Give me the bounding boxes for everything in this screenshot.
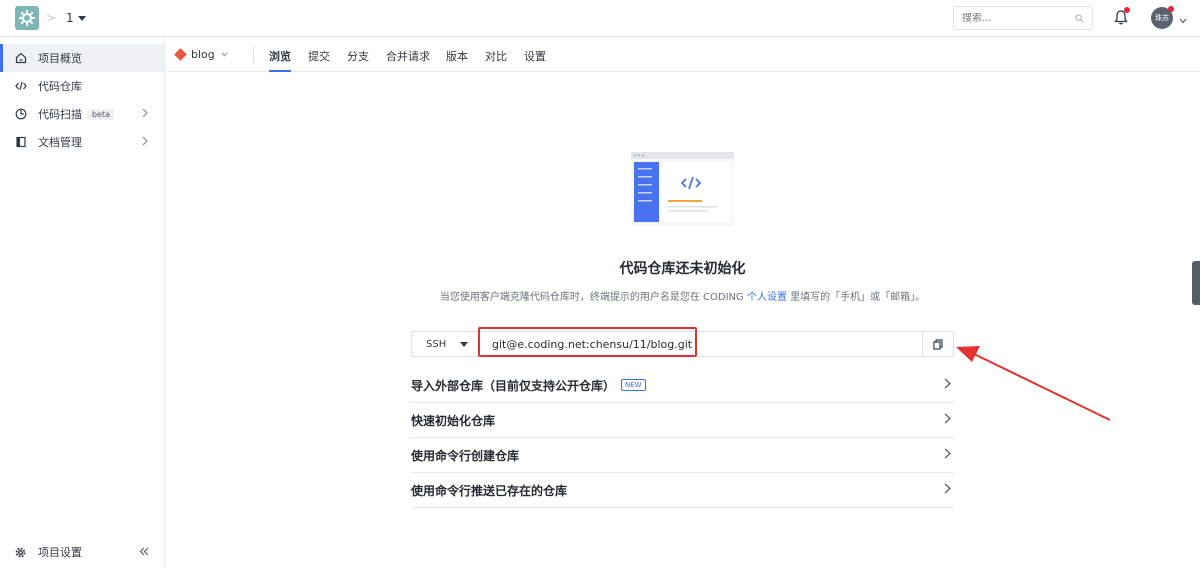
app-logo[interactable] (15, 6, 39, 30)
caret-down-icon (460, 341, 468, 347)
empty-state-title: 代码仓库还未初始化 (619, 261, 746, 277)
empty-state-description: 当您使用客户端克隆代码仓库时，终端提示的用户名是您在 CODING 个人设置 里… (380, 288, 985, 303)
repo-switcher[interactable]: blog (174, 48, 228, 61)
clone-url-text: git@e.coding.net:chensu/11/blog.git (492, 337, 693, 351)
caret-down-icon (77, 15, 86, 21)
avatar-dot (1168, 6, 1174, 12)
project-switcher-label: 1 (66, 11, 74, 25)
chevron-right-icon (142, 135, 148, 149)
tab-divider (253, 46, 254, 62)
chevron-right-icon (142, 107, 148, 121)
desc-suffix: 里填写的「手机」或「邮箱」。 (786, 292, 926, 303)
option-cli-push-existing[interactable]: 使用命令行推送已存在的仓库 (411, 473, 954, 508)
code-icon (15, 80, 27, 92)
avatar-chevron-down-icon[interactable] (1179, 13, 1187, 27)
chevron-right-icon (944, 483, 951, 498)
sidebar-item-docs[interactable]: 文档管理 (0, 128, 164, 156)
search-input[interactable] (962, 12, 1062, 24)
gear-logo-icon (19, 10, 35, 26)
avatar-text: 珠苏 (1155, 14, 1169, 22)
chevron-down-icon (221, 52, 228, 57)
sidebar-item-label: 项目设置 (38, 546, 82, 559)
new-badge: NEW (621, 379, 646, 391)
protocol-select[interactable]: SSH (412, 332, 479, 356)
tab-browse[interactable]: 浏览 (269, 48, 291, 72)
option-cli-create[interactable]: 使用命令行创建仓库 (411, 438, 954, 473)
tab-commits[interactable]: 提交 (308, 48, 330, 64)
sidebar-item-project-settings[interactable]: 项目设置 (0, 537, 164, 567)
option-label: 导入外部仓库（目前仅支持公开仓库） (411, 378, 616, 393)
sidebar-item-label: 项目概览 (38, 52, 82, 65)
scan-icon (15, 108, 27, 120)
top-bar: > 1 珠苏 (0, 0, 1200, 37)
gear-icon (15, 547, 27, 558)
sidebar-item-code-scan[interactable]: 代码扫描 beta (0, 100, 164, 128)
clone-url-field[interactable]: git@e.coding.net:chensu/11/blog.git (479, 332, 922, 356)
clone-url-box: SSH git@e.coding.net:chensu/11/blog.git (411, 331, 954, 357)
tab-releases[interactable]: 版本 (446, 48, 468, 64)
project-switcher[interactable]: 1 (66, 11, 86, 25)
option-label: 快速初始化仓库 (411, 413, 496, 428)
sidebar-item-overview[interactable]: 项目概览 (0, 44, 164, 72)
protocol-label: SSH (426, 338, 447, 350)
option-quick-init[interactable]: 快速初始化仓库 (411, 403, 954, 438)
beta-badge: beta (88, 108, 115, 120)
breadcrumb-chevron-icon: > (46, 11, 57, 25)
option-label: 使用命令行推送已存在的仓库 (411, 483, 568, 498)
red-arrow-annotation (956, 346, 1111, 421)
sidebar: 项目概览 代码仓库 代码扫描 beta 文档管理 项目设置 (0, 37, 165, 568)
copy-button[interactable] (922, 332, 953, 356)
document-icon (15, 136, 27, 148)
repo-name: blog (191, 48, 215, 61)
option-import-external-repo[interactable]: 导入外部仓库（目前仅支持公开仓库） NEW (411, 368, 954, 403)
collapse-sidebar-icon[interactable] (139, 545, 149, 559)
home-icon (15, 52, 27, 64)
tab-merge-requests[interactable]: 合并请求 (386, 48, 430, 64)
floating-side-widget[interactable] (1192, 261, 1200, 305)
tab-settings[interactable]: 设置 (524, 48, 546, 64)
notification-button[interactable] (1114, 7, 1130, 28)
notification-dot (1124, 7, 1130, 13)
tab-compare[interactable]: 对比 (485, 48, 507, 64)
copy-icon (933, 338, 943, 350)
personal-settings-link[interactable]: 个人设置 (747, 292, 787, 303)
search-icon (1075, 13, 1084, 22)
desc-prefix: 当您使用客户端克隆代码仓库时，终端提示的用户名是您在 CODING (439, 292, 747, 303)
sidebar-item-label: 文档管理 (38, 136, 82, 149)
avatar[interactable]: 珠苏 (1151, 6, 1174, 29)
tab-branches[interactable]: 分支 (347, 48, 369, 64)
option-label: 使用命令行创建仓库 (411, 448, 520, 463)
chevron-right-icon (944, 448, 951, 463)
repo-tab-bar: blog 浏览 提交 分支 合并请求 版本 对比 设置 (166, 37, 1200, 72)
search-box[interactable] (953, 6, 1093, 30)
sidebar-item-label: 代码仓库 (38, 80, 82, 93)
sidebar-item-code-repo[interactable]: 代码仓库 (0, 72, 164, 100)
git-icon (174, 48, 187, 61)
empty-repo-illustration (631, 152, 734, 226)
sidebar-item-label: 代码扫描 (38, 108, 82, 121)
